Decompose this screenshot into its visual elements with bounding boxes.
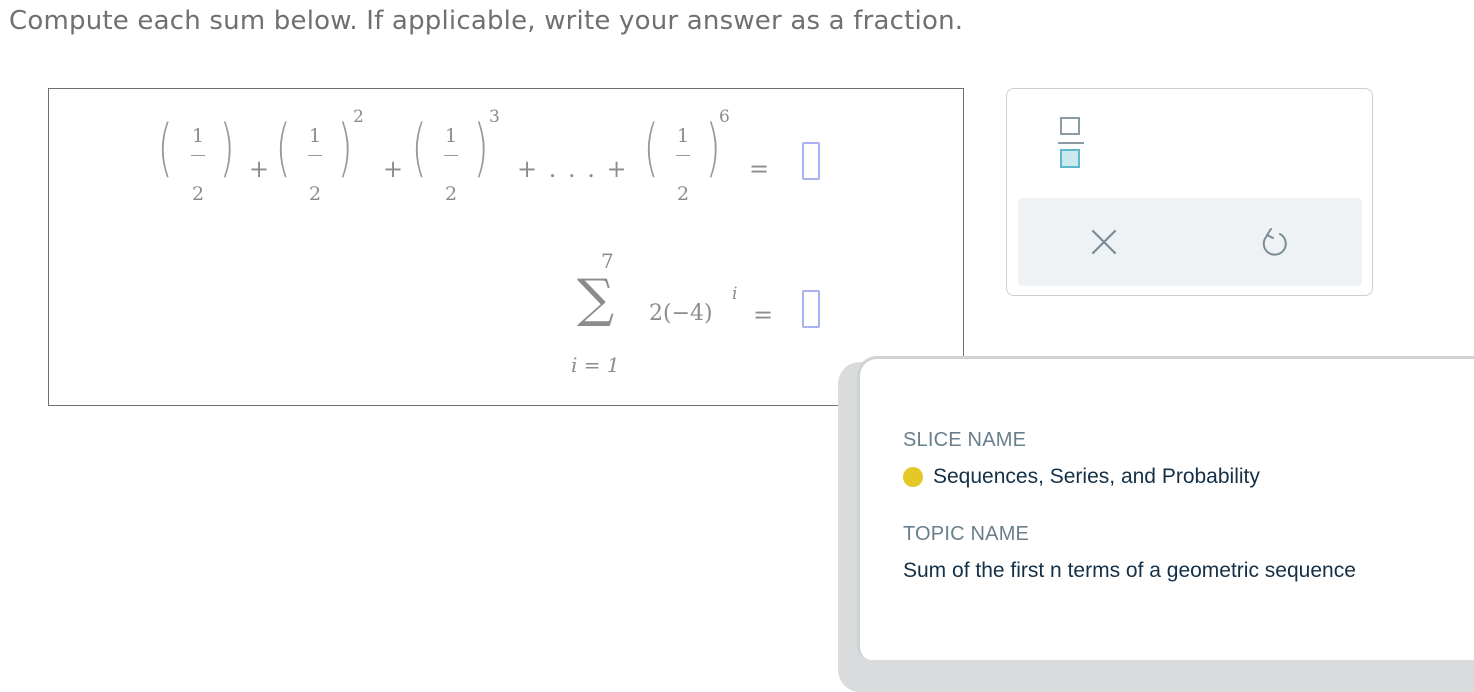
exponent: i bbox=[732, 284, 738, 304]
topic-label: TOPIC NAME bbox=[903, 523, 1030, 545]
right-paren: ) bbox=[337, 111, 353, 184]
left-paren: ( bbox=[411, 111, 427, 184]
answer-input-1[interactable] bbox=[802, 142, 820, 180]
right-paren: ) bbox=[473, 111, 489, 184]
sigma-symbol: ∑ bbox=[577, 269, 615, 329]
undo-button[interactable] bbox=[1258, 226, 1290, 258]
undo-icon bbox=[1262, 228, 1287, 256]
fraction-button[interactable] bbox=[1058, 115, 1084, 171]
denominator: 2 bbox=[444, 183, 458, 205]
left-paren: ( bbox=[643, 111, 659, 184]
numerator: 1 bbox=[676, 125, 690, 147]
summation-term: 2(−4) bbox=[649, 301, 713, 326]
numerator: 1 bbox=[308, 125, 322, 147]
fraction-icon bbox=[1060, 117, 1080, 135]
fraction-bar bbox=[191, 155, 205, 156]
equals-sign: = bbox=[749, 155, 770, 183]
clear-button[interactable] bbox=[1088, 226, 1120, 258]
numerator: 1 bbox=[191, 125, 205, 147]
exponent: 3 bbox=[489, 107, 500, 127]
slice-label: SLICE NAME bbox=[903, 429, 1027, 451]
exponent: 6 bbox=[719, 107, 730, 127]
denominator: 2 bbox=[191, 183, 205, 205]
lower-limit: i = 1 bbox=[571, 353, 620, 377]
info-card: SLICE NAME Sequences, Series, and Probab… bbox=[857, 356, 1474, 660]
left-paren: ( bbox=[275, 111, 291, 184]
right-paren: ) bbox=[219, 111, 235, 184]
slice-color-dot bbox=[903, 467, 923, 487]
plus-sign: + bbox=[249, 155, 270, 183]
exponent: 2 bbox=[353, 107, 364, 127]
slice-value: Sequences, Series, and Probability bbox=[933, 465, 1260, 488]
left-paren: ( bbox=[157, 111, 173, 184]
fraction-bar bbox=[444, 155, 458, 156]
denominator: 2 bbox=[308, 183, 322, 205]
problem-panel: ( 1 2 ) + ( 1 2 ) 2 + ( 1 2 ) 3 + . . . … bbox=[48, 88, 964, 406]
math-keypad bbox=[1006, 88, 1373, 296]
fraction-bar bbox=[676, 155, 690, 156]
denominator: 2 bbox=[676, 183, 690, 205]
equals-sign: = bbox=[753, 301, 774, 329]
fraction-bar bbox=[308, 155, 322, 156]
topic-value: Sum of the first n terms of a geometric … bbox=[903, 559, 1356, 582]
close-icon bbox=[1091, 229, 1117, 255]
ellipsis: + . . . + bbox=[517, 155, 629, 183]
plus-sign: + bbox=[383, 155, 404, 183]
numerator: 1 bbox=[444, 125, 458, 147]
answer-input-2[interactable] bbox=[802, 290, 820, 328]
keypad-actions bbox=[1018, 198, 1362, 286]
instruction-text: Compute each sum below. If applicable, w… bbox=[9, 6, 964, 36]
